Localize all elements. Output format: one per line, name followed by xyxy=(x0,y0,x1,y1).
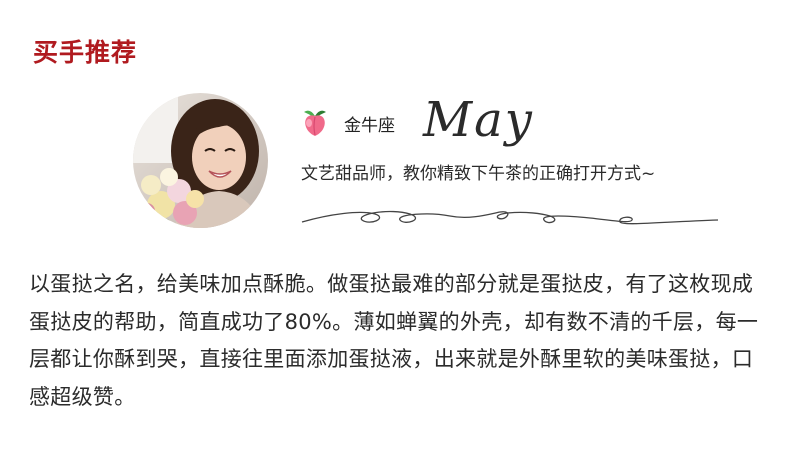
author-tagline: 文艺甜品师，教你精致下午茶的正确打开方式~ xyxy=(301,164,656,184)
author-name: May xyxy=(423,92,534,148)
product-description: 以蛋挞之名，给美味加点酥脆。做蛋挞最难的部分就是蛋挞皮，有了这枚现成蛋挞皮的帮助… xyxy=(29,272,759,409)
author-avatar xyxy=(133,93,268,228)
section-title: 买手推荐 xyxy=(33,38,138,67)
decorative-squiggle xyxy=(300,200,720,234)
zodiac-label: 金牛座 xyxy=(344,116,395,136)
peach-icon xyxy=(300,106,330,138)
